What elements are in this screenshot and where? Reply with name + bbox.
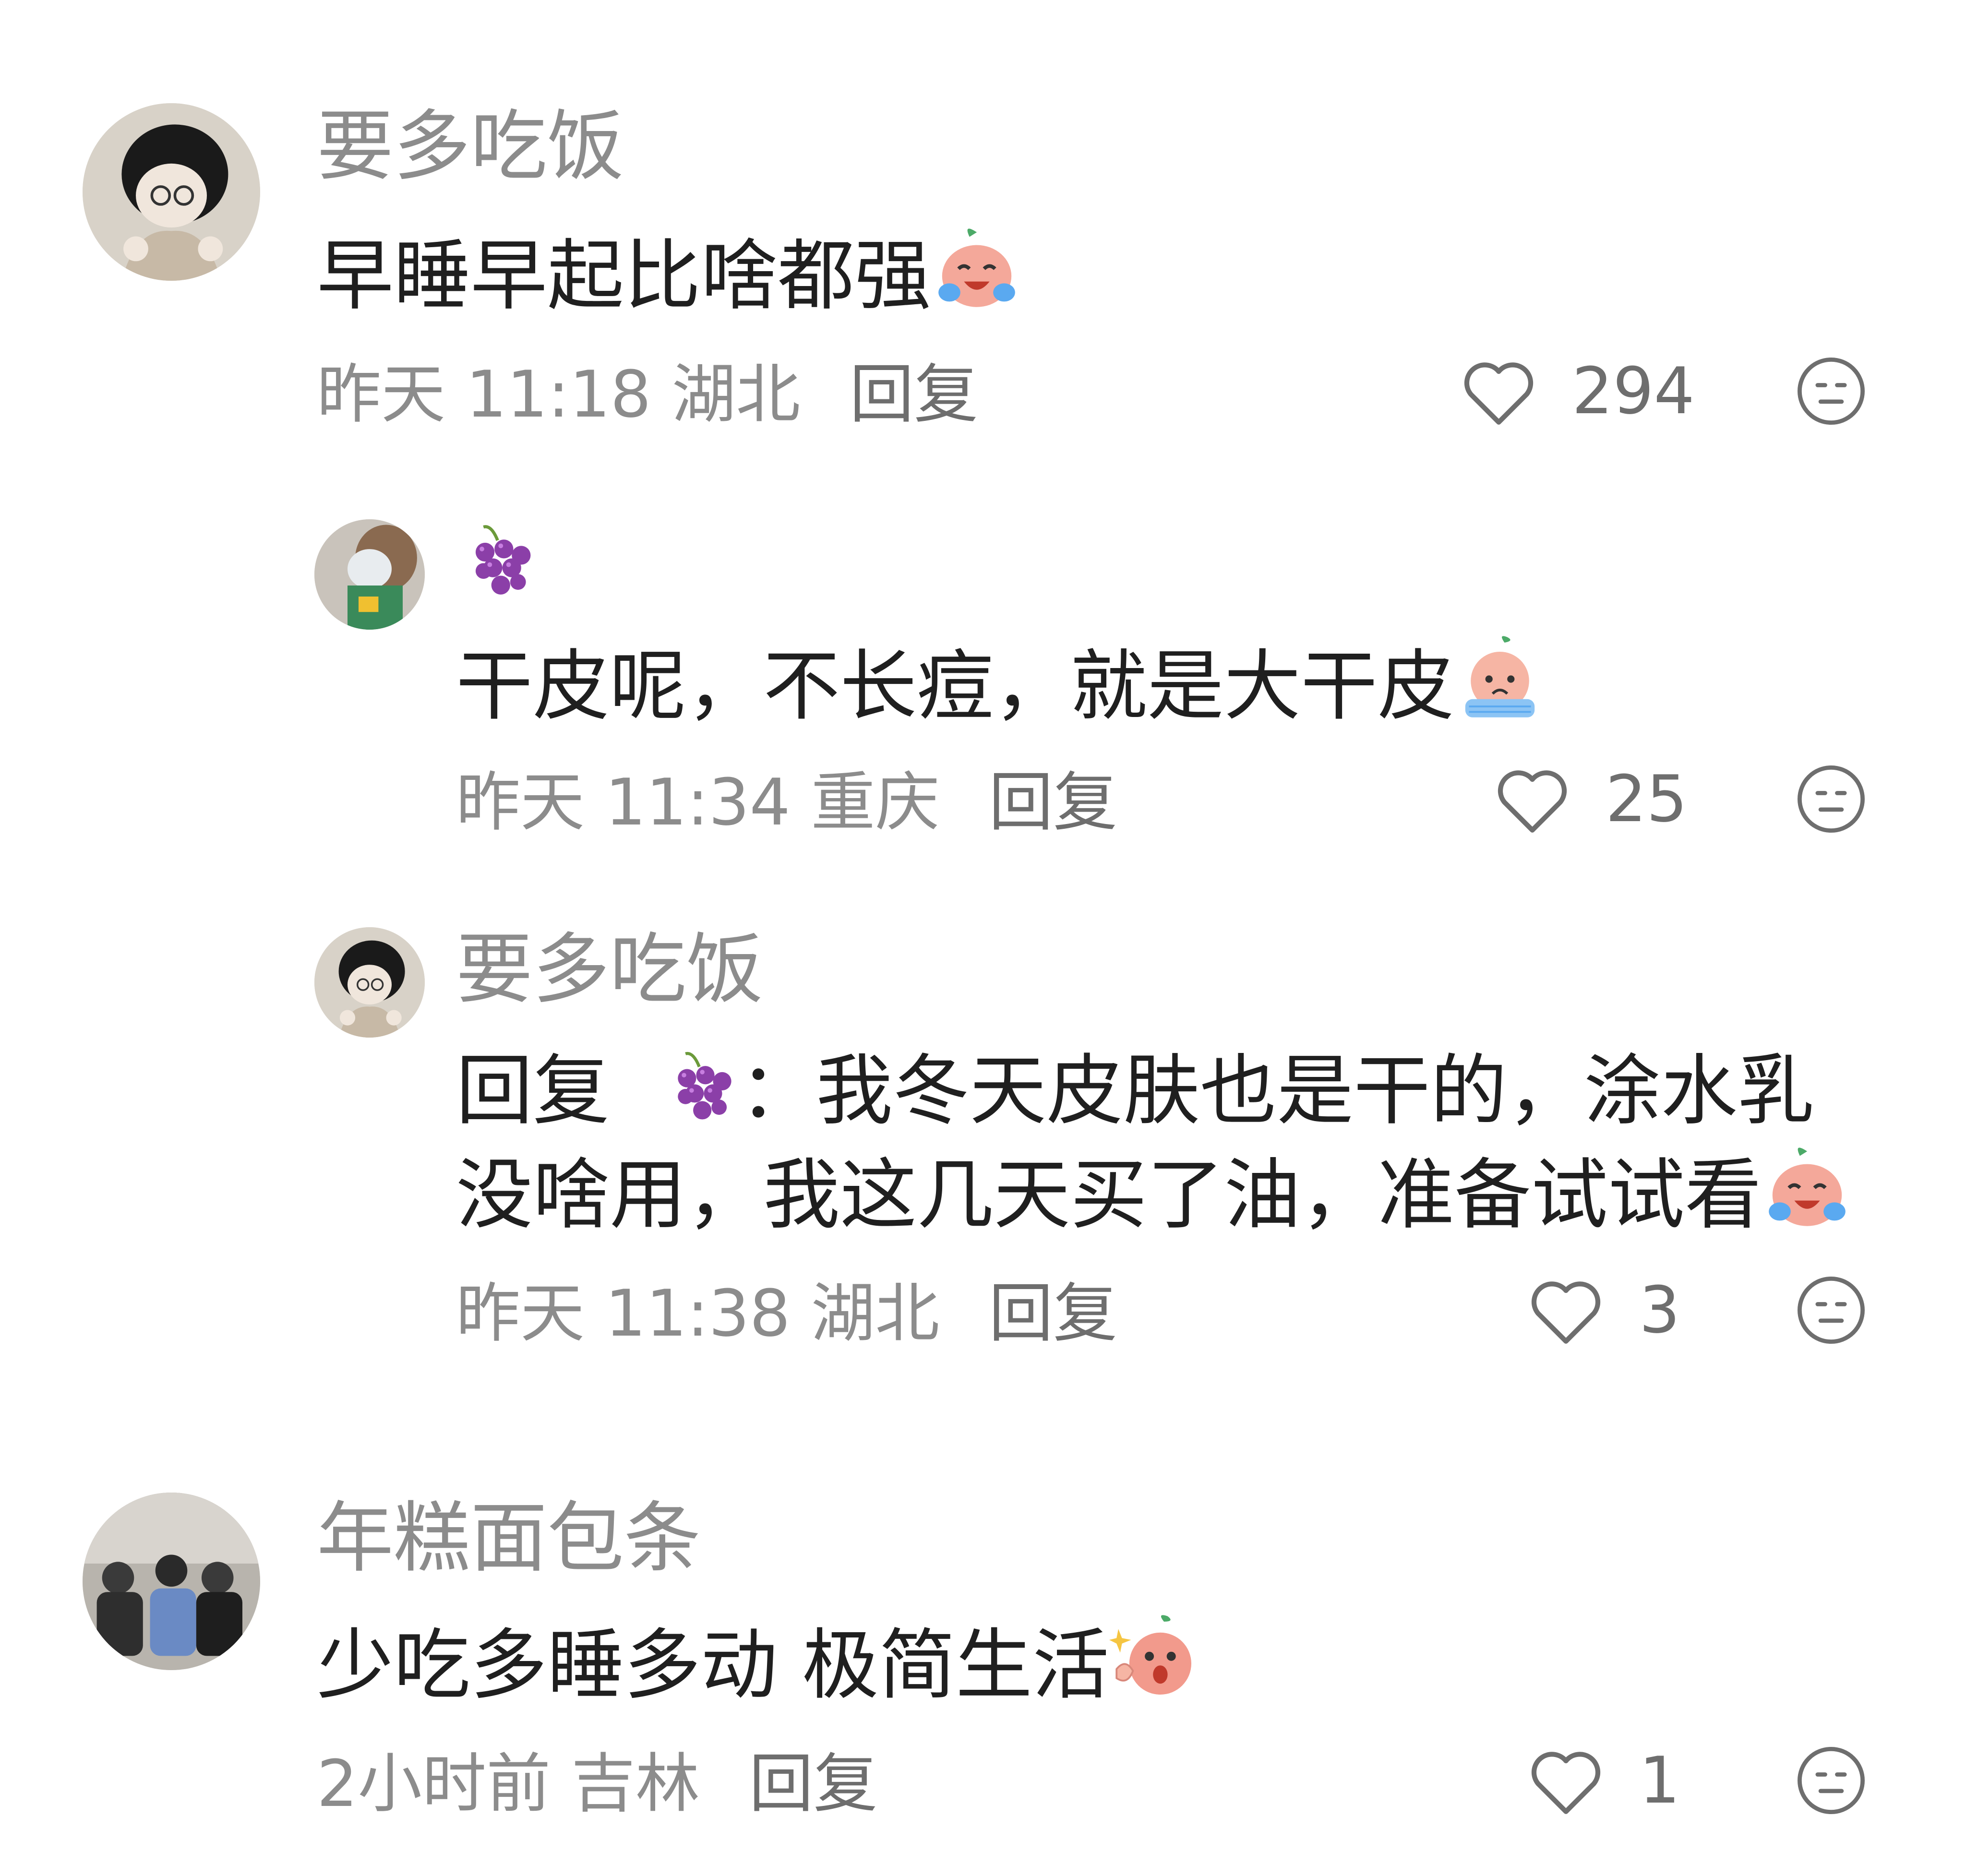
timestamp: 昨天 11:18: [317, 357, 651, 432]
timestamp: 2小时前: [317, 1746, 551, 1821]
avatar-image: [314, 519, 425, 630]
avatar[interactable]: [314, 519, 425, 630]
username[interactable]: 年糕面包条: [317, 1500, 701, 1577]
avatar[interactable]: [83, 1493, 260, 1670]
reply-text-line2: 没啥用，我这几天买了油，准备试试看: [456, 1150, 1762, 1240]
location: 吉林: [571, 1746, 700, 1821]
reply-button[interactable]: 回复: [989, 1276, 1117, 1351]
location: 重庆: [811, 765, 940, 840]
location: 湖北: [671, 357, 801, 432]
reply-colon: ：: [739, 1046, 816, 1135]
heart-icon: [1464, 362, 1534, 425]
comment-meta: 昨天 11:18 湖北 回复: [317, 362, 978, 427]
avatar[interactable]: [314, 927, 425, 1038]
crying-peach-emoji: [1454, 633, 1546, 725]
avatar[interactable]: [83, 103, 260, 281]
like-count: 1: [1639, 1743, 1680, 1818]
crying-laugh-peach-emoji: [931, 223, 1022, 314]
like-count: 25: [1606, 762, 1688, 836]
reply-button[interactable]: 回复: [749, 1746, 878, 1821]
dislike-face-icon[interactable]: [1795, 1274, 1867, 1346]
timestamp: 昨天 11:34: [456, 765, 791, 840]
location: 湖北: [811, 1276, 940, 1351]
dislike-face-icon[interactable]: [1795, 355, 1867, 427]
reply-button[interactable]: 回复: [850, 357, 978, 432]
timestamp: 昨天 11:38: [456, 1276, 791, 1351]
like-button[interactable]: 1: [1526, 1745, 1680, 1816]
heart-icon: [1498, 770, 1567, 833]
shocked-peach-emoji: [1109, 1613, 1200, 1704]
grape-emoji[interactable]: [458, 521, 540, 607]
like-button[interactable]: 294: [1459, 355, 1695, 427]
avatar-image: [83, 103, 260, 281]
reply-button[interactable]: 回复: [989, 765, 1117, 840]
heart-icon: [1531, 1281, 1601, 1344]
like-button[interactable]: 25: [1493, 763, 1688, 835]
dislike-face-icon[interactable]: [1795, 1745, 1867, 1816]
avatar-image: [83, 1493, 260, 1670]
like-button[interactable]: 3: [1526, 1274, 1680, 1346]
reply-text: 回复 ：我冬天皮肤也是干的，涂水乳 没啥用，我这几天买了油，准备试试看: [456, 1039, 1853, 1246]
username[interactable]: 要多吃饭: [456, 931, 763, 1008]
crying-laugh-peach-emoji: [1762, 1142, 1853, 1233]
comment-text: 少吃多睡多动 极简生活: [317, 1613, 1200, 1717]
grape-emoji[interactable]: [662, 1048, 739, 1132]
avatar-image: [314, 927, 425, 1038]
comment-text: 早睡早起比啥都强: [317, 223, 1022, 327]
reply-text-body: 干皮呢，不长痘，就是大干皮: [456, 641, 1455, 731]
comment-meta: 2小时前 吉林 回复: [317, 1752, 878, 1816]
reply-prefix: 回复: [456, 1046, 610, 1135]
dislike-face-icon[interactable]: [1795, 763, 1867, 835]
heart-icon: [1531, 1752, 1601, 1814]
comment-text-body: 少吃多睡多动 极简生活: [317, 1620, 1109, 1710]
like-count: 294: [1572, 354, 1695, 429]
reply-text-line1: 我冬天皮肤也是干的，涂水乳: [816, 1046, 1815, 1135]
reply-text: 干皮呢，不长痘，就是大干皮: [456, 633, 1546, 738]
reply-meta: 昨天 11:38 湖北 回复: [456, 1281, 1117, 1346]
reply-meta: 昨天 11:34 重庆 回复: [456, 770, 1117, 835]
comment-text-body: 早睡早起比啥都强: [317, 231, 932, 321]
like-count: 3: [1639, 1273, 1680, 1348]
username[interactable]: 要多吃饭: [317, 108, 624, 185]
